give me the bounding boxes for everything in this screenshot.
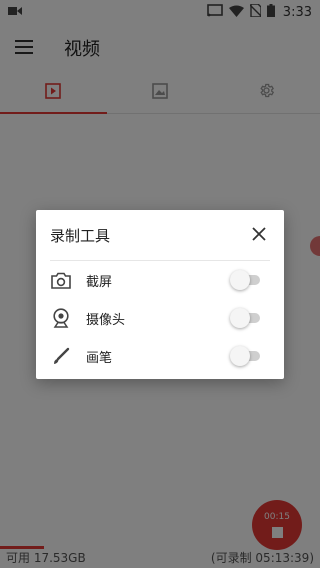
tool-row-brush[interactable]: 画笔 xyxy=(36,337,284,375)
camera-toggle[interactable] xyxy=(230,308,260,328)
brush-icon xyxy=(50,345,72,367)
close-icon xyxy=(252,226,266,245)
tool-row-camera[interactable]: 摄像头 xyxy=(36,299,284,337)
close-button[interactable] xyxy=(248,224,270,246)
camera-icon xyxy=(50,269,72,291)
dialog-header: 录制工具 xyxy=(36,210,284,260)
tool-row-screenshot[interactable]: 截屏 xyxy=(36,261,284,299)
recording-tools-dialog: 录制工具 截屏 摄像头 画笔 xyxy=(36,210,284,379)
tool-label: 画笔 xyxy=(86,350,113,366)
webcam-icon xyxy=(50,307,72,329)
screenshot-toggle[interactable] xyxy=(230,270,260,290)
dialog-title: 录制工具 xyxy=(50,226,111,245)
tool-label: 截屏 xyxy=(86,274,113,290)
brush-toggle[interactable] xyxy=(230,346,260,366)
tool-label: 摄像头 xyxy=(86,312,126,328)
